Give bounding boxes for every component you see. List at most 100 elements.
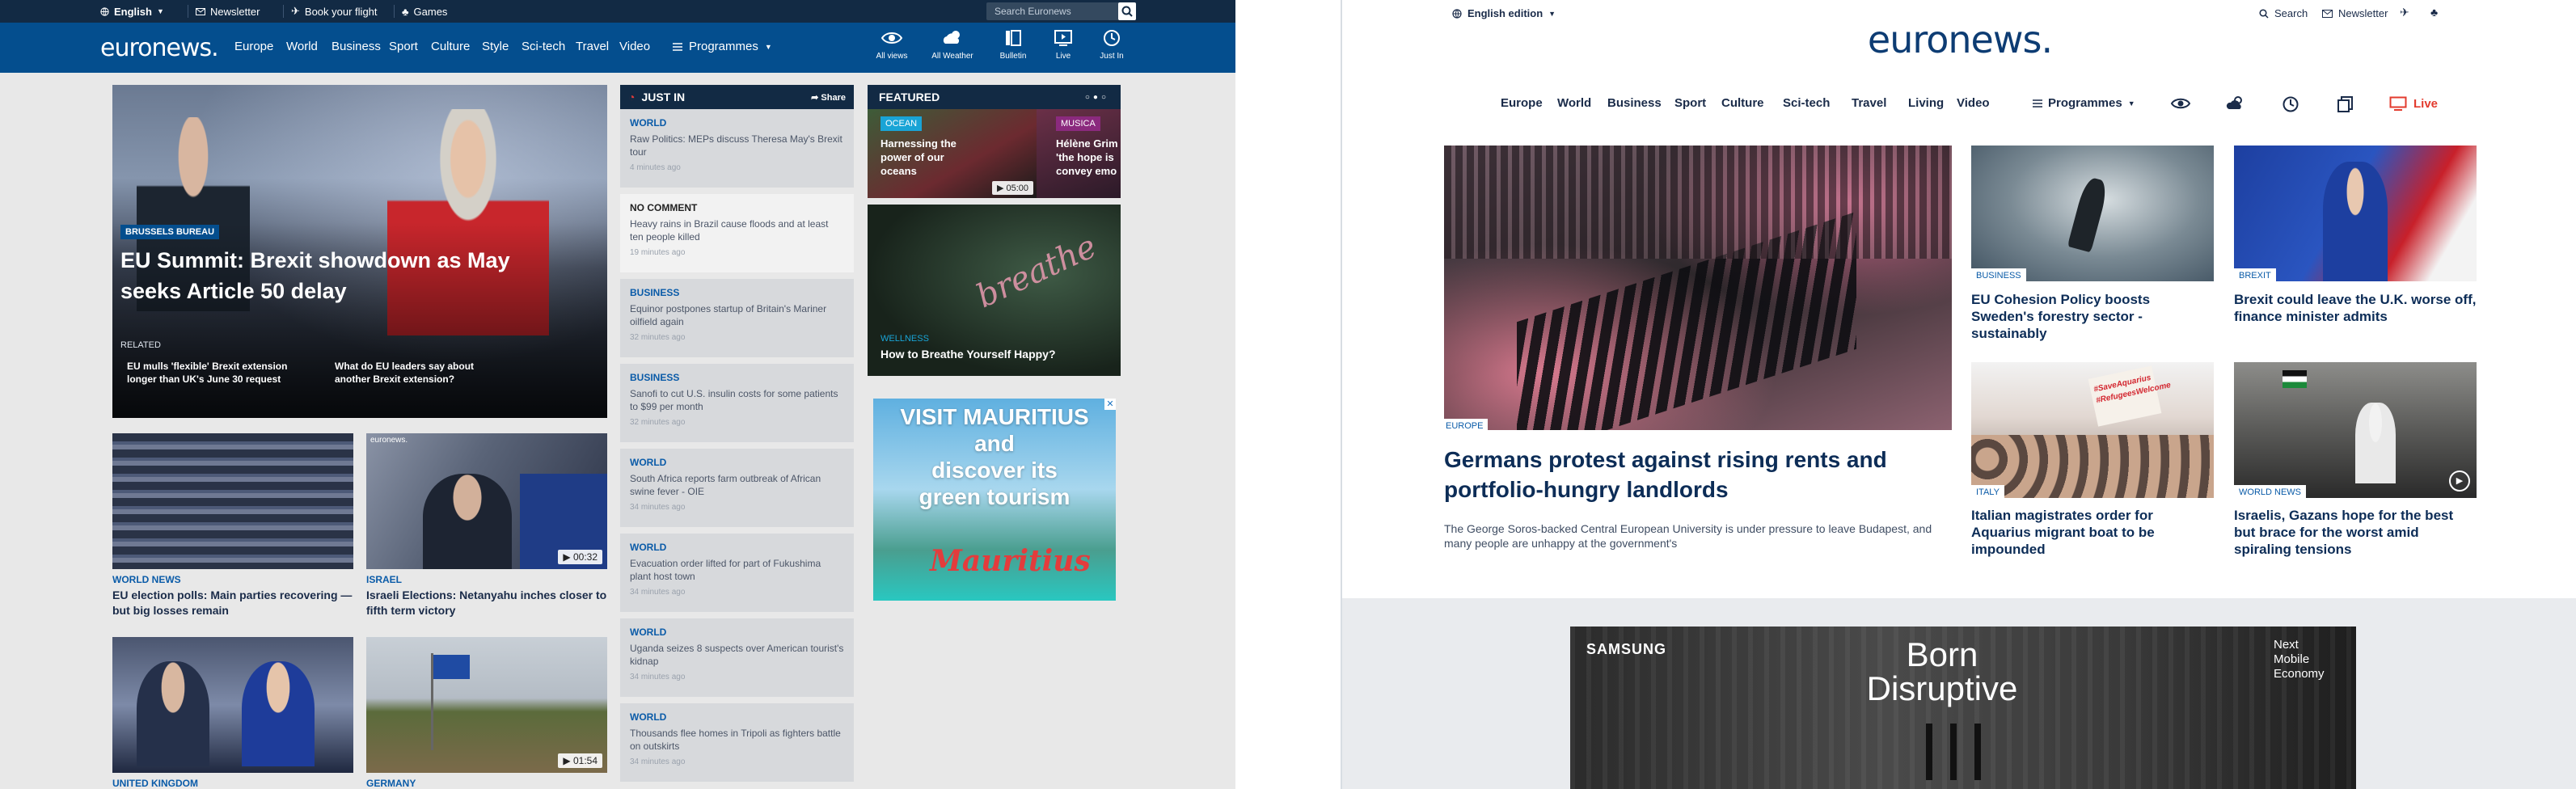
nav-item-sport[interactable]: Sport (389, 40, 418, 53)
nav-item-style[interactable]: Style (482, 40, 509, 53)
clock-icon[interactable] (2282, 95, 2299, 113)
main-story-headline[interactable]: Germans protest against rising rents and… (1444, 445, 1945, 504)
nav-item-business[interactable]: Business (1607, 96, 1662, 110)
grid-image-gaza[interactable]: ▶ (2234, 362, 2477, 498)
nav-item-culture[interactable]: Culture (431, 40, 470, 53)
card-image-germany-field[interactable]: ▶ 01:54 (366, 637, 607, 773)
hero-story[interactable]: BRUSSELS BUREAU EU Summit: Brexit showdo… (112, 85, 607, 418)
programmes-dropdown[interactable]: Programmes ▼ (673, 40, 772, 53)
carousel-dots[interactable]: ○●○ (1085, 93, 1109, 102)
nav-item-world[interactable]: World (286, 40, 318, 53)
card-category[interactable]: UNITED KINGDOM (112, 778, 198, 789)
just-in-item[interactable]: WORLD Evacuation order lifted for part of… (620, 534, 854, 615)
grid-headline[interactable]: Israelis, Gazans hope for the best but b… (2234, 507, 2477, 558)
related-link-2[interactable]: What do EU leaders say about another Bre… (335, 360, 505, 386)
main-navigation: euronews. Europe World Business Sport Cu… (0, 23, 1235, 73)
just-in-item[interactable]: BUSINESS Sanofi to cut U.S. insulin costs… (620, 364, 854, 445)
card-headline[interactable]: EU election polls: Main parties recoveri… (112, 588, 355, 618)
nav-all-views[interactable]: All views (864, 29, 920, 61)
bulletin-icon[interactable] (2337, 95, 2354, 113)
nav-item-europe[interactable]: Europe (1501, 96, 1543, 110)
nav-just-in[interactable]: Just In (1083, 29, 1140, 61)
featured-item-wellness[interactable]: breathe WELLNESS How to Breathe Yourself… (868, 205, 1121, 376)
weather-icon (943, 31, 960, 44)
just-in-item[interactable]: WORLD Raw Politics: MEPs discuss Theresa … (620, 109, 854, 191)
hero-headline[interactable]: EU Summit: Brexit showdown as May seeks … (120, 245, 525, 306)
nav-item-business[interactable]: Business (332, 40, 381, 53)
nav-item-video[interactable]: Video (1957, 96, 1990, 110)
card-category[interactable]: ISRAEL (366, 574, 402, 585)
grid-category[interactable]: BUSINESS (1971, 268, 2026, 283)
card-category[interactable]: GERMANY (366, 778, 416, 789)
just-in-item[interactable]: WORLD Thousands flee homes in Tripoli as … (620, 703, 854, 785)
just-in-item[interactable]: WORLD Uganda seizes 8 suspects over Ameri… (620, 618, 854, 700)
nav-item-travel[interactable]: Travel (576, 40, 609, 53)
samsung-ad[interactable]: SAMSUNG Born Disruptive Next Mobile Econ… (1570, 627, 2356, 789)
euronews-logo[interactable]: euronews. (100, 34, 219, 62)
card-image-eu-parliament[interactable] (112, 433, 353, 569)
list-icon (673, 42, 682, 51)
grid-category[interactable]: BREXIT (2234, 268, 2276, 283)
grid-image-forestry[interactable] (1971, 146, 2214, 281)
programmes-dropdown[interactable]: Programmes ▼ (2033, 96, 2135, 110)
weather-icon[interactable] (2225, 95, 2246, 112)
video-duration: ▶ 01:54 (558, 753, 602, 768)
featured-panel: FEATURED ○●○ OCEAN Harnessing the power … (868, 85, 1121, 376)
nav-item-europe[interactable]: Europe (234, 40, 273, 53)
live-button[interactable]: Live (2389, 96, 2438, 111)
play-icon[interactable]: ▶ (2449, 470, 2470, 492)
card-image-tusk-may[interactable] (112, 637, 353, 773)
euronews-logo[interactable]: euronews. (1342, 18, 2576, 61)
just-in-text: Heavy rains in Brazil cause floods and a… (630, 218, 829, 243)
search-button[interactable] (1118, 2, 1136, 20)
just-in-header: ◔ JUST IN ➦ Share (620, 85, 854, 109)
language-selector[interactable]: English ▼ (100, 0, 164, 23)
just-in-item[interactable]: BUSINESS Equinor postpones startup of Bri… (620, 279, 854, 361)
mauritius-ad[interactable]: ✕ VISIT MAURITIUS and discover its green… (873, 399, 1116, 601)
just-in-category: WORLD (630, 627, 667, 638)
related-link-1[interactable]: EU mulls 'flexible' Brexit extension lon… (127, 360, 289, 386)
play-icon: ▶ (563, 551, 573, 563)
card-category[interactable]: WORLD NEWS (112, 574, 181, 585)
just-in-text: Uganda seizes 8 suspects over American t… (630, 643, 844, 667)
just-in-item[interactable]: NO COMMENT Heavy rains in Brazil cause fl… (620, 194, 854, 276)
nav-item-scitech[interactable]: Sci-tech (1783, 96, 1830, 110)
nav-item-culture[interactable]: Culture (1721, 96, 1764, 110)
newsletter-link[interactable]: Newsletter (196, 0, 260, 23)
grid-image-brexit[interactable] (2234, 146, 2477, 281)
featured-item-ocean[interactable]: OCEAN Harnessing the power of our oceans… (868, 109, 1037, 198)
main-story-image[interactable] (1444, 146, 1952, 430)
card-image-netanyahu[interactable]: euronews. ▶ 00:32 (366, 433, 607, 569)
nav-item-scitech[interactable]: Sci-tech (522, 40, 565, 53)
featured-item-musica[interactable]: MUSICA Hélène Grim 'the hope is convey e… (1037, 109, 1121, 198)
games-link[interactable]: ♣ Games (402, 0, 447, 23)
card-headline[interactable]: Israeli Elections: Netanyahu inches clos… (366, 588, 609, 618)
nav-item-world[interactable]: World (1557, 96, 1591, 110)
nav-item-living[interactable]: Living (1908, 96, 1944, 110)
nav-all-weather[interactable]: All Weather (924, 29, 981, 61)
grid-category[interactable]: WORLD NEWS (2234, 485, 2306, 500)
book-flight-link[interactable]: ✈ Book your flight (291, 0, 378, 23)
search-input[interactable]: Search Euronews (986, 2, 1136, 20)
nav-item-travel[interactable]: Travel (1852, 96, 1886, 110)
just-in-item[interactable]: WORLD South Africa reports farm outbreak … (620, 449, 854, 530)
gamepad-icon[interactable]: ♣ (2430, 6, 2438, 19)
plane-icon: ✈ (291, 5, 300, 17)
clock-icon: ◔ (628, 91, 636, 103)
grid-headline[interactable]: Italian magistrates order for Aquarius m… (1971, 507, 2214, 558)
grid-headline[interactable]: EU Cohesion Policy boosts Sweden's fores… (1971, 291, 2214, 342)
main-story-category[interactable]: EUROPE (1441, 419, 1489, 433)
nav-item-video[interactable]: Video (619, 40, 650, 53)
list-icon (2033, 99, 2042, 108)
nav-bulletin[interactable]: Bulletin (985, 29, 1041, 61)
grid-headline[interactable]: Brexit could leave the U.K. worse off, f… (2234, 291, 2477, 325)
just-in-time: 34 minutes ago (630, 503, 686, 512)
grid-category[interactable]: ITALY (1971, 485, 2004, 500)
hero-tag[interactable]: BRUSSELS BUREAU (120, 224, 220, 239)
nav-item-sport[interactable]: Sport (1674, 96, 1706, 110)
eye-icon[interactable] (2170, 95, 2191, 112)
grid-image-aquarius[interactable]: #SaveAquarius #RefugeesWelcome (1971, 362, 2214, 498)
just-in-category: WORLD (630, 457, 667, 468)
gamepad-icon: ♣ (402, 5, 409, 18)
share-button[interactable]: ➦ Share (811, 92, 846, 103)
